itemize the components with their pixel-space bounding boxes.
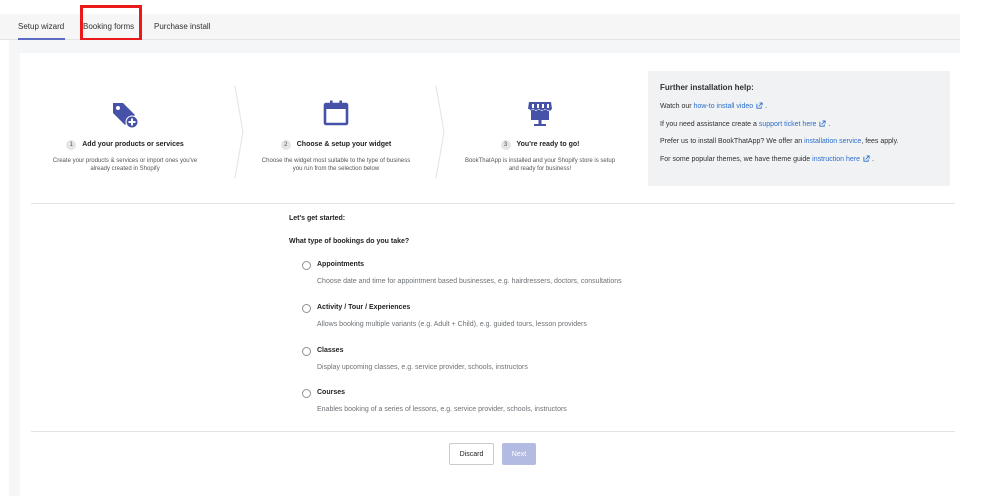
step-desc: Create your products & services or impor… xyxy=(52,158,198,164)
installation-help-panel: Further installation help: Watch our how… xyxy=(648,71,950,186)
step-title-text: Choose & setup your widget xyxy=(296,141,392,148)
section-divider xyxy=(31,431,955,432)
step-title: 3 You're ready to go! xyxy=(450,140,630,150)
how-to-install-video-link[interactable]: how-to install video xyxy=(694,103,754,110)
step-number: 1 xyxy=(66,140,77,150)
option-label: Appointments xyxy=(317,261,365,268)
option-description: Enables booking of a series of lessons, … xyxy=(317,406,567,413)
tab-bar: Setup wizard Booking forms Purchase inst… xyxy=(0,14,960,40)
step-title-text: Add your products or services xyxy=(82,141,184,148)
discard-button[interactable]: Discard xyxy=(449,443,494,465)
option-description: Display upcoming classes, e.g. service p… xyxy=(317,364,528,371)
option-label: Classes xyxy=(317,347,344,354)
step-desc: you run from the selection below xyxy=(292,166,380,172)
step-choose-widget: 2 Choose & setup your widget Choose the … xyxy=(246,96,426,173)
chevron-divider-icon xyxy=(435,85,445,179)
external-link-icon xyxy=(863,155,870,162)
radio-button[interactable] xyxy=(302,389,311,398)
help-text: , fees apply. xyxy=(861,138,899,145)
option-description: Allows booking multiple variants (e.g. A… xyxy=(317,321,587,328)
calendar-icon xyxy=(323,100,349,126)
tab-booking-forms[interactable]: Booking forms xyxy=(83,14,134,39)
tab-label: Purchase install xyxy=(154,22,211,31)
help-text: . xyxy=(870,156,874,163)
step-number: 2 xyxy=(280,140,291,150)
help-text: . xyxy=(763,103,768,110)
radio-button[interactable] xyxy=(302,347,311,356)
tab-label: Booking forms xyxy=(83,22,135,31)
help-row-theme: For some popular themes, we have theme g… xyxy=(660,155,938,163)
help-text: For some popular themes, we have theme g… xyxy=(660,156,813,163)
radio-button[interactable] xyxy=(302,261,311,270)
option-description: Choose date and time for appointment bas… xyxy=(317,278,622,285)
tab-label: Setup wizard xyxy=(18,22,65,31)
step-desc: and ready for business! xyxy=(508,166,572,172)
support-ticket-link[interactable]: support ticket here xyxy=(759,121,817,128)
theme-instruction-link[interactable]: instruction here xyxy=(812,156,860,163)
step-desc: already created in Shopify xyxy=(90,166,160,172)
radio-button[interactable] xyxy=(302,304,311,313)
step-ready: 3 You're ready to go! BookThatApp is ins… xyxy=(450,96,630,173)
help-row-video: Watch our how-to install video . xyxy=(660,102,938,110)
chevron-divider-icon xyxy=(234,85,244,179)
option-label: Activity / Tour / Experiences xyxy=(317,304,411,311)
help-row-service: Prefer us to install BookThatApp? We off… xyxy=(660,138,938,145)
help-title: Further installation help: xyxy=(660,83,754,92)
step-desc: Choose the widget most suitable to the t… xyxy=(261,158,411,164)
next-button[interactable]: Next xyxy=(502,443,536,465)
option-label: Courses xyxy=(317,389,346,396)
help-text: If you need assistance create a xyxy=(660,121,759,128)
help-text: Watch our xyxy=(660,103,694,110)
installation-service-link[interactable]: installation service xyxy=(804,138,861,145)
storefront-icon xyxy=(528,102,552,126)
intro-heading: Let's get started: xyxy=(289,215,346,222)
step-desc: BookThatApp is installed and your Shopif… xyxy=(464,158,616,164)
step-title: 1 Add your products or services xyxy=(40,140,210,150)
question-heading: What type of bookings do you take? xyxy=(289,238,410,245)
help-row-ticket: If you need assistance create a support … xyxy=(660,120,938,128)
step-title-text: You're ready to go! xyxy=(516,141,580,148)
section-divider xyxy=(31,203,955,204)
step-add-products: 1 Add your products or services Create y… xyxy=(40,96,210,173)
help-text: . xyxy=(826,121,831,128)
help-text: Prefer us to install BookThatApp? We off… xyxy=(660,138,805,145)
tab-purchase-install[interactable]: Purchase install xyxy=(154,14,210,39)
tab-setup-wizard[interactable]: Setup wizard xyxy=(18,14,65,40)
tag-plus-icon xyxy=(113,103,139,128)
step-title: 2 Choose & setup your widget xyxy=(246,140,426,150)
step-number: 3 xyxy=(500,140,511,150)
